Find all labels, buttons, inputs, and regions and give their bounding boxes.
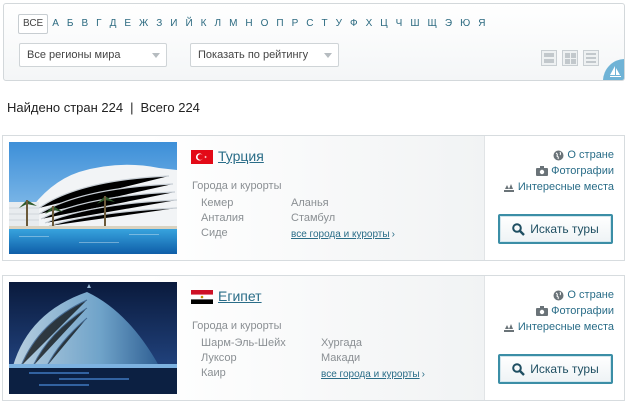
country-actions: О стране Фотографии Интересные места Иск…: [484, 136, 624, 260]
chevron-right-icon: ›: [391, 229, 395, 240]
landmark-icon: [503, 323, 514, 332]
interesting-places-label: Интересные места: [517, 321, 614, 333]
flag-turkey-icon: [191, 150, 213, 164]
result-counts: Найдено стран 224 | Всего 224: [7, 100, 200, 115]
letter-filter[interactable]: Щ: [424, 15, 441, 33]
letter-filter[interactable]: С: [302, 15, 317, 33]
resort-link[interactable]: Кемер: [201, 197, 233, 209]
landmark-icon: [503, 183, 514, 192]
grid-view-icon[interactable]: [562, 50, 578, 66]
resorts-title: Города и курорты: [192, 320, 282, 332]
chevron-down-icon: [324, 53, 332, 58]
letter-filter[interactable]: У: [332, 15, 346, 33]
all-resorts-label: все города и курорты: [321, 369, 420, 380]
country-actions: О стране Фотографии Интересные места Иск…: [484, 276, 624, 400]
letter-filter[interactable]: Ж: [135, 15, 152, 33]
resort-link[interactable]: Стамбул: [291, 212, 335, 224]
letter-filter[interactable]: Г: [92, 15, 105, 33]
letter-filter[interactable]: И: [166, 15, 181, 33]
resorts-title: Города и курорты: [192, 180, 282, 192]
country-card-turkey: Турция Города и курорты Кемер Аланья Ант…: [2, 135, 625, 261]
letter-filter[interactable]: П: [272, 15, 287, 33]
resort-link[interactable]: Шарм-Эль-Шейх: [201, 337, 286, 349]
about-country-link[interactable]: О стране: [553, 289, 614, 301]
about-country-label: О стране: [567, 149, 614, 161]
letter-filter[interactable]: Е: [120, 15, 135, 33]
region-select[interactable]: Все регионы мира: [19, 43, 167, 67]
country-card-egypt: Египет Города и курорты Шарм-Эль-Шейх Ху…: [2, 275, 625, 401]
sort-select[interactable]: Показать по рейтингу: [190, 43, 339, 67]
letter-filter[interactable]: Х: [362, 15, 377, 33]
letter-filter[interactable]: Н: [241, 15, 256, 33]
all-resorts-label: все города и курорты: [291, 229, 390, 240]
letter-filter[interactable]: Й: [181, 15, 196, 33]
all-resorts-link[interactable]: все города и курорты ›: [321, 369, 425, 380]
letter-filter[interactable]: Ш: [406, 15, 423, 33]
letter-filter[interactable]: Л: [211, 15, 226, 33]
country-name-link[interactable]: Египет: [218, 288, 262, 304]
country-name-link[interactable]: Турция: [218, 148, 264, 164]
about-country-link[interactable]: О стране: [553, 149, 614, 161]
flag-egypt-icon: [191, 290, 213, 304]
letter-all[interactable]: ВСЕ: [18, 14, 49, 34]
letter-filter[interactable]: О: [257, 15, 273, 33]
interesting-places-link[interactable]: Интересные места: [503, 181, 614, 193]
found-count: Найдено стран 224: [7, 100, 124, 115]
search-tours-button[interactable]: Искать туры: [498, 214, 613, 244]
sailboat-badge-icon: [603, 59, 624, 80]
about-country-label: О стране: [567, 289, 614, 301]
letter-filter[interactable]: Ф: [346, 15, 362, 33]
resort-link[interactable]: Луксор: [201, 352, 237, 364]
letter-filter[interactable]: Д: [106, 15, 121, 33]
sort-select-value: Показать по рейтингу: [198, 49, 309, 61]
letter-filter[interactable]: Р: [288, 15, 303, 33]
photos-label: Фотографии: [551, 305, 614, 317]
resort-link[interactable]: Хургада: [321, 337, 362, 349]
interesting-places-link[interactable]: Интересные места: [503, 321, 614, 333]
letter-filter[interactable]: Т: [318, 15, 332, 33]
resort-link[interactable]: Анталия: [201, 212, 244, 224]
lines-view-icon[interactable]: [583, 50, 599, 66]
resort-link[interactable]: Аланья: [291, 197, 329, 209]
search-tours-button[interactable]: Искать туры: [498, 354, 613, 384]
interesting-places-label: Интересные места: [517, 181, 614, 193]
letter-filter[interactable]: А: [48, 15, 63, 33]
all-resorts-link[interactable]: все города и курорты ›: [291, 229, 395, 240]
country-photo-turkey[interactable]: [9, 142, 177, 254]
resort-link[interactable]: Сиде: [201, 227, 228, 239]
letter-filter[interactable]: Ц: [376, 15, 391, 33]
filter-panel: ВСЕ А Б В Г Д Е Ж З И Й К Л М Н О П Р С Т У Ф Х Ц Ч Ш Щ Э Ю Я Все рег…: [3, 3, 625, 81]
letter-filter[interactable]: З: [152, 15, 166, 33]
total-count: Всего 224: [140, 100, 200, 115]
photos-label: Фотографии: [551, 165, 614, 177]
photos-link[interactable]: Фотографии: [536, 165, 614, 177]
search-tours-label: Искать туры: [530, 362, 599, 376]
resort-link[interactable]: Каир: [201, 367, 226, 379]
chevron-right-icon: ›: [421, 369, 425, 380]
letter-filter[interactable]: Э: [441, 15, 456, 33]
letter-filter[interactable]: Ч: [392, 15, 407, 33]
alphabet-filter: ВСЕ А Б В Г Д Е Ж З И Й К Л М Н О П Р С Т У Ф Х Ц Ч Ш Щ Э Ю Я: [18, 14, 489, 34]
camera-icon: [536, 166, 549, 176]
letter-filter[interactable]: В: [77, 15, 92, 33]
globe-icon: [553, 290, 564, 300]
photos-link[interactable]: Фотографии: [536, 305, 614, 317]
search-icon: [512, 362, 526, 376]
count-separator: |: [130, 100, 134, 115]
search-icon: [512, 222, 526, 236]
search-tours-label: Искать туры: [530, 222, 599, 236]
letter-filter[interactable]: Я: [474, 15, 489, 33]
letter-filter[interactable]: М: [225, 15, 241, 33]
resort-link[interactable]: Макади: [321, 352, 360, 364]
camera-icon: [536, 306, 549, 316]
letter-filter[interactable]: К: [197, 15, 211, 33]
globe-icon: [553, 150, 564, 160]
list-view-icon[interactable]: [541, 50, 557, 66]
chevron-down-icon: [152, 53, 160, 58]
letter-filter[interactable]: Ю: [456, 15, 474, 33]
letter-filter[interactable]: Б: [63, 15, 78, 33]
region-select-value: Все регионы мира: [27, 49, 121, 61]
country-photo-egypt[interactable]: [9, 282, 177, 394]
